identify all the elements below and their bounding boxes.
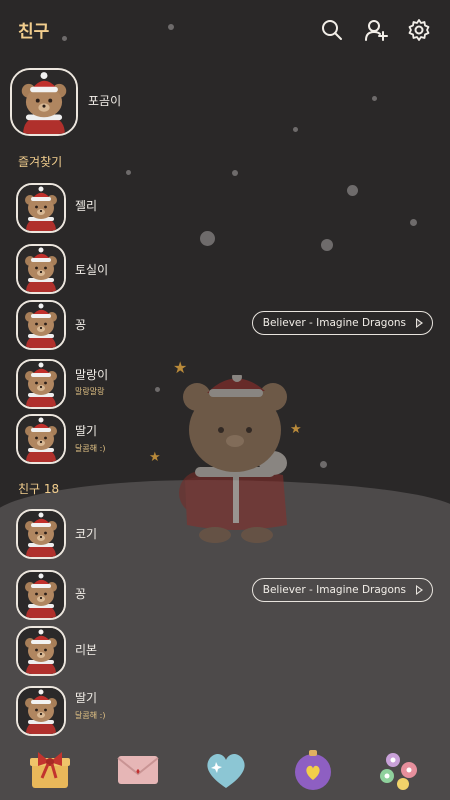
avatar [16, 183, 66, 233]
avatar [16, 414, 66, 464]
friend-name: 딸기 [75, 691, 98, 705]
flowers-icon[interactable] [375, 748, 423, 792]
list-item[interactable]: 말랑이 말랑말랑 [0, 355, 450, 411]
my-profile-row[interactable]: 포곰이 [0, 68, 450, 136]
avatar [16, 300, 66, 350]
snowflake [232, 170, 238, 176]
friend-name: 코기 [75, 527, 98, 541]
list-item[interactable]: 토실이 [0, 240, 450, 296]
list-item[interactable]: 딸기 달콤해 :) [0, 410, 450, 466]
bear-avatar-icon [12, 70, 76, 134]
gift-box-icon[interactable] [26, 748, 74, 792]
friend-name: 꽁 [75, 587, 87, 601]
profile-name: 포곰이 [88, 94, 122, 108]
list-item[interactable]: 리본 [0, 622, 450, 678]
friend-name: 꽁 [75, 318, 87, 332]
list-item[interactable]: 딸기 달콤해 :) [0, 682, 450, 738]
friend-name: 젤리 [75, 199, 98, 213]
bear-avatar-icon [18, 416, 64, 462]
avatar [16, 626, 66, 676]
friend-name: 토실이 [75, 263, 109, 277]
avatar [10, 68, 78, 136]
bottom-tab-bar [0, 742, 450, 800]
add-friend-icon[interactable] [364, 18, 388, 42]
bear-avatar-icon [18, 688, 64, 734]
app-header: 친구 [0, 0, 450, 60]
list-item[interactable]: 꽁 Believer - Imagine Dragons [0, 296, 450, 352]
avatar [16, 570, 66, 620]
snowflake [126, 170, 131, 175]
friend-name: 딸기 [75, 424, 98, 438]
avatar [16, 359, 66, 409]
music-status-button[interactable]: Believer - Imagine Dragons [251, 578, 433, 602]
avatar [16, 509, 66, 559]
play-icon [416, 318, 423, 328]
bear-avatar-icon [18, 628, 64, 674]
bear-avatar-icon [18, 185, 64, 231]
friend-name: 말랑이 [75, 368, 109, 382]
list-item[interactable]: 꽁 Believer - Imagine Dragons [0, 566, 450, 622]
friend-status-message: 달콤해 :) [75, 444, 106, 453]
play-icon [416, 585, 423, 595]
music-status-button[interactable]: Believer - Imagine Dragons [251, 311, 433, 335]
search-icon[interactable] [320, 18, 344, 42]
bear-avatar-icon [18, 302, 64, 348]
list-item[interactable]: 코기 [0, 505, 450, 561]
avatar [16, 686, 66, 736]
list-item[interactable]: 젤리 [0, 179, 450, 235]
ornament-icon[interactable] [289, 748, 337, 792]
letter-icon[interactable] [114, 748, 162, 792]
heart-icon[interactable] [202, 748, 250, 792]
bear-avatar-icon [18, 361, 64, 407]
bear-avatar-icon [18, 572, 64, 618]
friend-name: 리본 [75, 643, 98, 657]
bear-avatar-icon [18, 511, 64, 557]
avatar [16, 244, 66, 294]
friends-section-label: 친구 18 [18, 482, 60, 496]
bear-avatar-icon [18, 246, 64, 292]
music-title: Believer - Imagine Dragons [262, 317, 406, 329]
favorites-section-label: 즐겨찾기 [18, 155, 63, 169]
friend-status-message: 말랑말랑 [75, 387, 105, 396]
music-title: Believer - Imagine Dragons [262, 584, 406, 596]
friend-status-message: 달콤해 :) [75, 711, 106, 720]
gear-icon[interactable] [407, 18, 431, 42]
page-title: 친구 [18, 22, 50, 42]
